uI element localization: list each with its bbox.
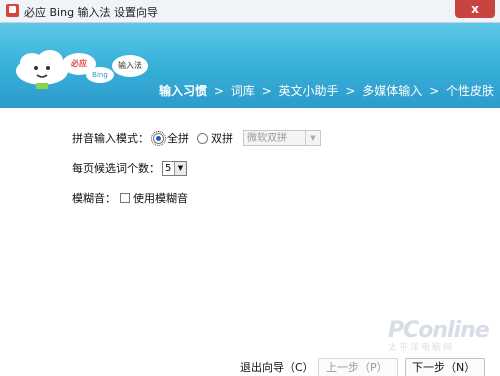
double-pinyin-radio[interactable]: [197, 132, 208, 144]
close-button[interactable]: x: [455, 0, 495, 18]
step-separator: >: [213, 84, 224, 98]
prev-step-button: 上一步（P）: [326, 361, 388, 374]
full-pinyin-radio[interactable]: [151, 130, 166, 146]
candidates-label: 每页候选词个数：: [72, 162, 160, 175]
fuzzy-label: 模糊音：: [72, 192, 116, 205]
step-separator: >: [261, 84, 272, 98]
chevron-down-icon[interactable]: ▼: [174, 161, 186, 175]
step-skin: 个性皮肤: [445, 84, 494, 98]
next-step-button[interactable]: 下一步（N）: [412, 361, 475, 375]
double-scheme-select: 微软双拼 ▼: [243, 130, 321, 146]
step-multimedia: 多媒体输入: [362, 84, 423, 98]
title-bar: 必应 Bing 输入法 设置向导 x: [0, 0, 500, 23]
header-banner: 必应 Bing 输入法 输入习惯 > 词库 > 英文小助手 > 多媒体输入 > …: [0, 23, 500, 108]
app-icon: [6, 4, 19, 17]
fuzzy-checkbox-label[interactable]: 使用模糊音: [133, 190, 188, 206]
full-pinyin-label[interactable]: 全拼: [167, 130, 189, 146]
step-separator: >: [429, 84, 440, 98]
step-input-habit: 输入习惯: [159, 84, 208, 98]
double-scheme-value: 微软双拼: [247, 133, 287, 144]
input-mode-row: 拼音输入模式： 全拼 双拼 微软双拼 ▼: [72, 130, 321, 146]
wizard-steps: 输入习惯 > 词库 > 英文小助手 > 多媒体输入 > 个性皮肤: [0, 82, 494, 99]
candidates-row: 每页候选词个数： 5 ▼: [72, 160, 187, 176]
candidates-value: 5: [165, 162, 172, 174]
fuzzy-checkbox[interactable]: [120, 193, 130, 203]
logo-bubble-bing: Bing: [86, 67, 114, 83]
double-pinyin-label[interactable]: 双拼: [211, 130, 233, 146]
logo-bubble-ime: 输入法: [112, 55, 148, 77]
chevron-down-icon: ▼: [305, 131, 320, 145]
step-separator: >: [345, 84, 356, 98]
window-title: 必应 Bing 输入法 设置向导: [24, 6, 159, 19]
fuzzy-row: 模糊音： 使用模糊音: [72, 190, 188, 206]
step-english-helper: 英文小助手: [278, 84, 339, 98]
input-mode-label: 拼音输入模式：: [72, 132, 149, 145]
candidates-select[interactable]: 5 ▼: [162, 160, 187, 176]
exit-wizard-button[interactable]: 退出向导（C）: [240, 361, 314, 375]
step-dictionary: 词库: [230, 84, 255, 98]
watermark-sub: 太平洋电脑网: [388, 343, 455, 353]
